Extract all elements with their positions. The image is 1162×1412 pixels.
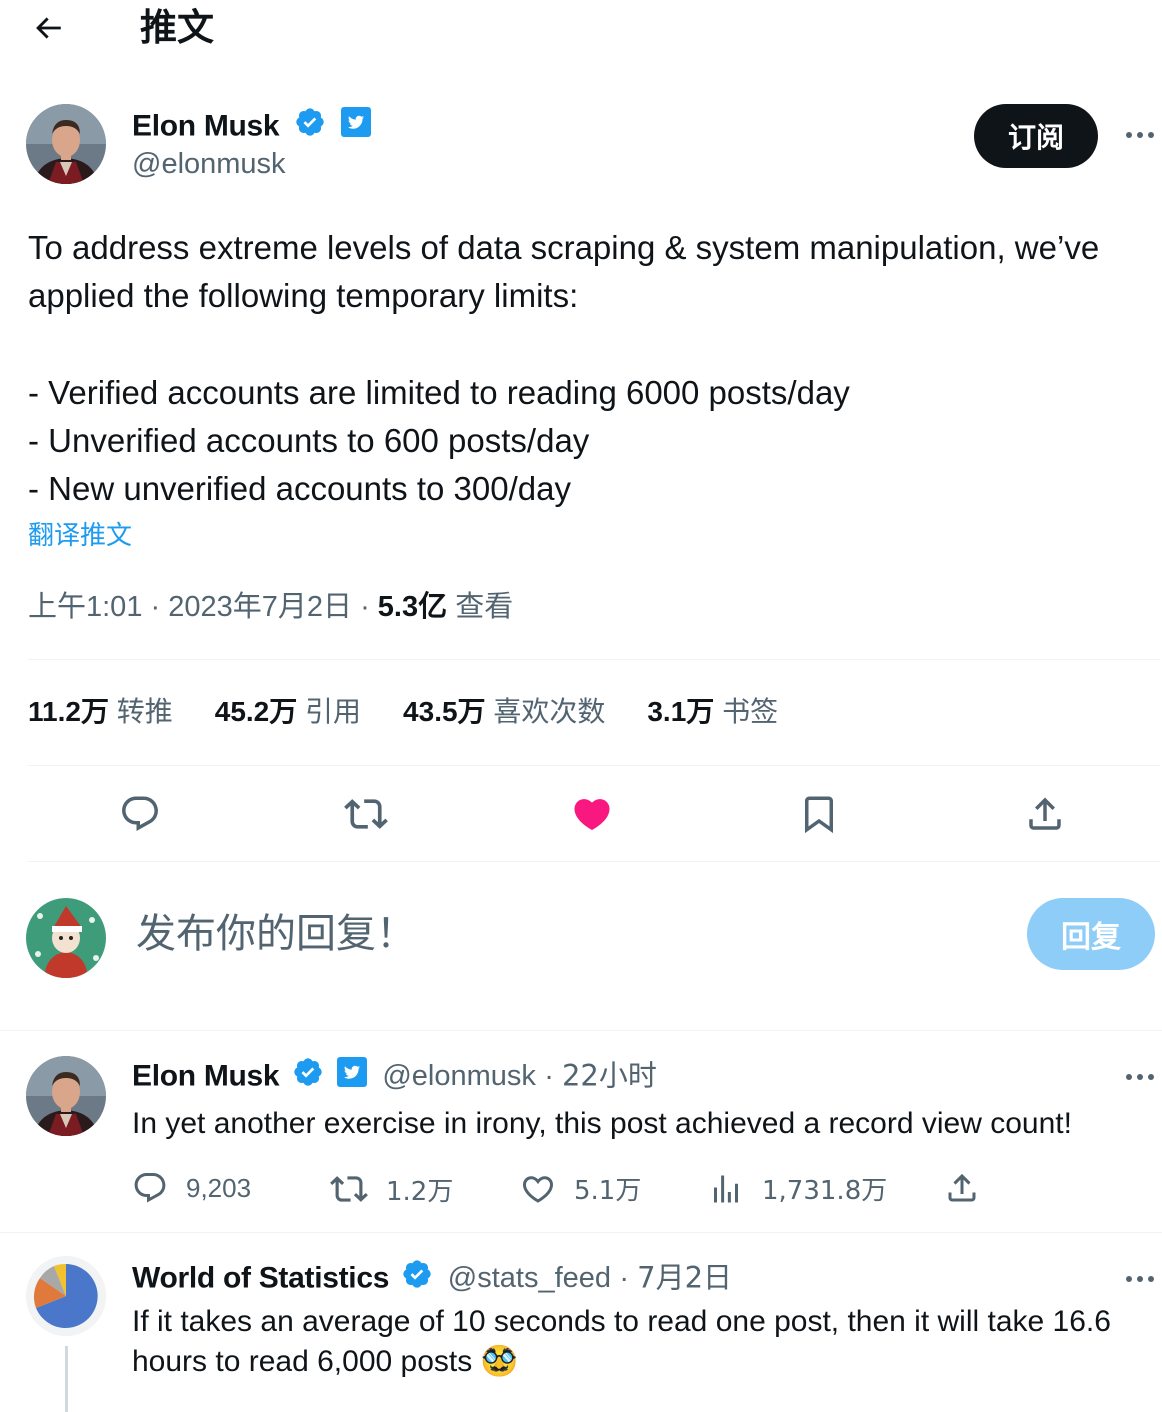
reply-author-handle[interactable]: @stats_feed: [448, 1262, 611, 1294]
stat-quotes[interactable]: 45.2万 引用: [215, 692, 361, 732]
like-count-button[interactable]: 5.1万: [520, 1170, 641, 1207]
divider: [28, 765, 1160, 766]
reply-author-avatar[interactable]: [26, 1056, 106, 1136]
more-options-icon[interactable]: [1126, 1074, 1154, 1080]
twitter-affiliate-icon: [336, 1056, 368, 1099]
reply-author-handle[interactable]: @elonmusk: [382, 1060, 536, 1092]
tweet-time[interactable]: 上午1:01: [28, 591, 142, 623]
page-header: 推文: [0, 0, 1162, 60]
author-name-row: Elon Musk: [132, 106, 372, 149]
views-chart-icon: [714, 1175, 738, 1202]
tweet-text: To address extreme levels of data scrapi…: [28, 229, 1100, 508]
reply-icon[interactable]: [116, 790, 164, 838]
like-heart-icon[interactable]: [568, 790, 616, 838]
more-options-icon[interactable]: [1126, 132, 1154, 138]
page-title: 推文: [140, 6, 214, 49]
more-options-icon[interactable]: [1126, 1276, 1154, 1282]
retweet-icon[interactable]: [342, 790, 390, 838]
stat-retweets[interactable]: 11.2万 转推: [28, 692, 173, 732]
stat-likes[interactable]: 43.5万 喜欢次数: [403, 692, 605, 732]
author-name[interactable]: Elon Musk: [132, 109, 280, 142]
retweet-icon: [330, 1176, 368, 1202]
subscribe-button[interactable]: 订阅: [974, 104, 1098, 168]
tweet-date[interactable]: 2023年7月2日: [168, 591, 352, 623]
tweet-meta: 上午1:01 · 2023年7月2日 · 5.3亿 查看: [28, 589, 514, 623]
author-handle[interactable]: @elonmusk: [132, 146, 286, 182]
reply-text: In yet another exercise in irony, this p…: [132, 1107, 1072, 1140]
views-count-button[interactable]: 1,731.8万: [708, 1170, 887, 1207]
verified-badge-icon: [294, 106, 326, 149]
translate-link[interactable]: 翻译推文: [28, 518, 132, 554]
verified-badge-icon: [292, 1056, 324, 1099]
share-icon[interactable]: [944, 1170, 998, 1206]
stat-bookmarks[interactable]: 3.1万 书签: [647, 692, 778, 732]
views-count: 5.3亿: [377, 591, 448, 623]
share-icon[interactable]: [1021, 790, 1069, 838]
divider: [0, 1030, 1162, 1031]
divider: [28, 861, 1160, 862]
reply-input[interactable]: 发布你的回复！: [136, 906, 416, 962]
reply-icon: [134, 1173, 166, 1203]
reply-count-button[interactable]: 9,203: [132, 1170, 251, 1206]
reply-time[interactable]: 22小时: [562, 1058, 657, 1092]
reply-author-name[interactable]: World of Statistics: [132, 1261, 389, 1294]
reply-button[interactable]: 回复: [1027, 898, 1155, 970]
reply-header: Elon Musk @elonmusk · 22小时: [132, 1056, 657, 1099]
like-heart-outline-icon: [522, 1175, 554, 1203]
reply-time[interactable]: 7月2日: [637, 1260, 732, 1294]
divider: [0, 1232, 1162, 1233]
author-avatar[interactable]: [26, 104, 106, 184]
views-label: 查看: [455, 589, 514, 623]
thread-line: [65, 1346, 68, 1412]
tweet-stats: 11.2万 转推 45.2万 引用 43.5万 喜欢次数 3.1万 书签: [28, 692, 820, 732]
back-arrow-icon[interactable]: [26, 6, 70, 50]
reply-author-name[interactable]: Elon Musk: [132, 1059, 280, 1092]
user-avatar[interactable]: [26, 898, 106, 978]
reply-author-avatar[interactable]: [26, 1256, 106, 1336]
twitter-affiliate-icon: [340, 106, 372, 149]
verified-badge-icon: [401, 1258, 433, 1301]
reply-text: If it takes an average of 10 seconds to …: [132, 1305, 1111, 1378]
reply-header: World of Statistics @stats_feed · 7月2日: [132, 1258, 732, 1301]
retweet-count-button[interactable]: 1.2万: [330, 1170, 453, 1208]
divider: [28, 659, 1160, 660]
bookmark-icon[interactable]: [795, 790, 843, 838]
